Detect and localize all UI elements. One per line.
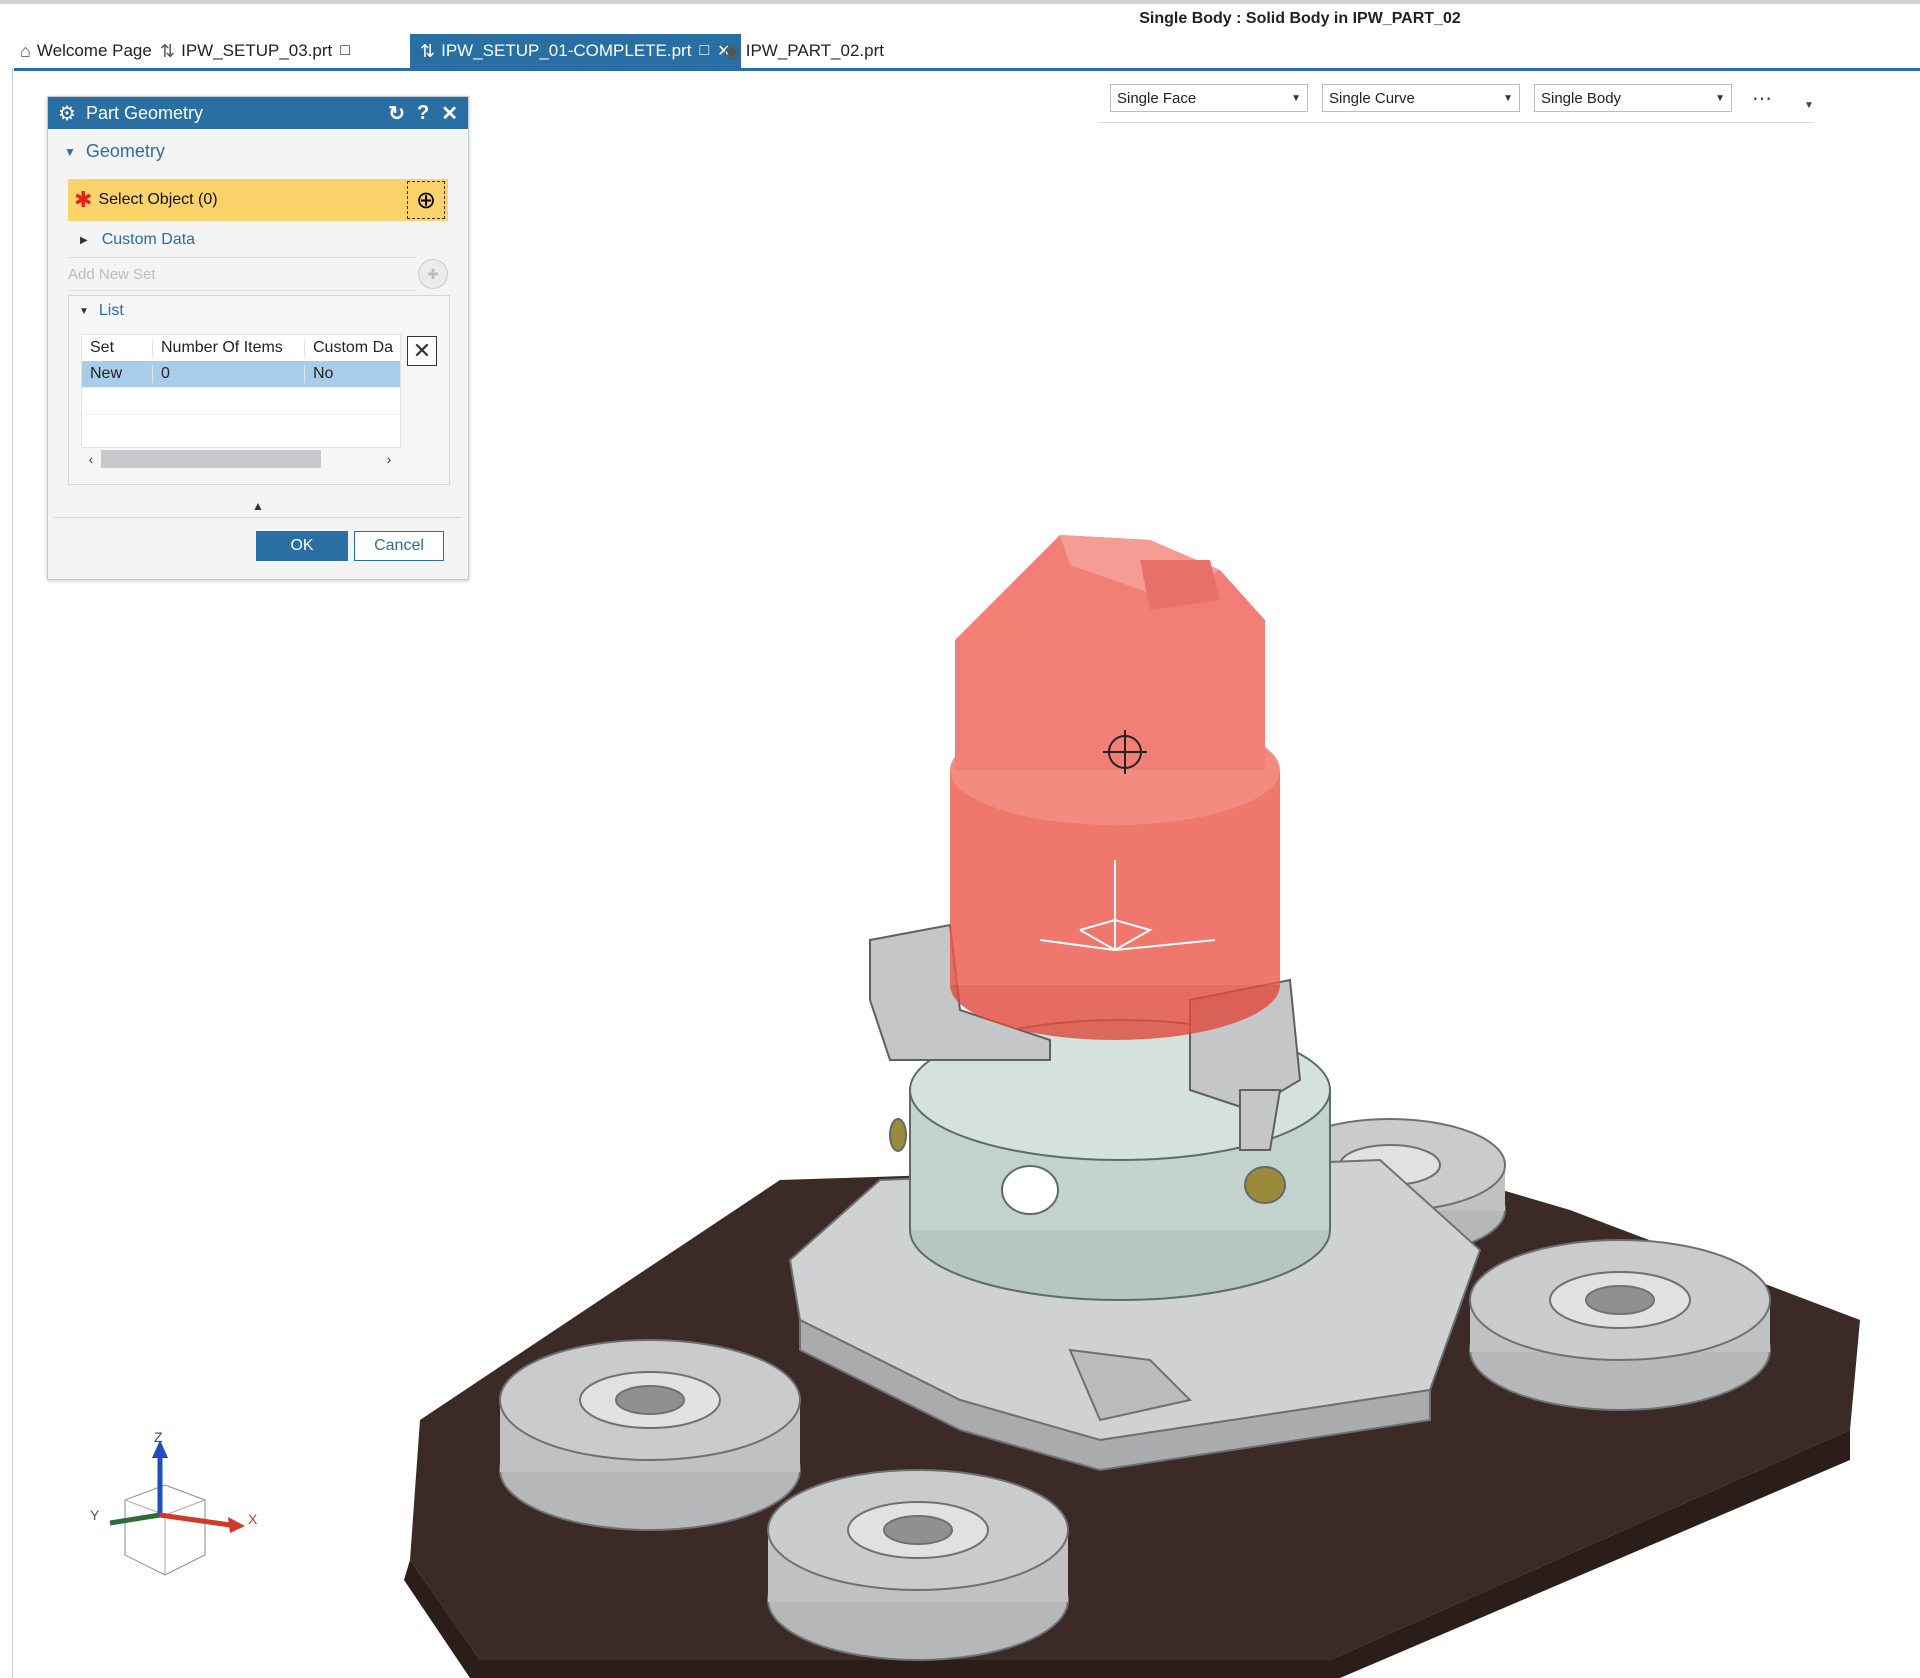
more-options-button[interactable]: ⋯ — [1752, 86, 1774, 111]
fixture-side — [799, 1318, 1431, 1472]
triad-y-label: Y — [90, 1507, 100, 1523]
help-icon[interactable]: ? — [417, 102, 429, 125]
list-label: List — [98, 302, 124, 319]
collapse-dialog-icon[interactable]: ▲ — [252, 499, 264, 513]
selection-cursor-icon — [1103, 730, 1147, 774]
window-top-border — [0, 0, 1920, 4]
tab-label: IPW_SETUP_03.prt — [181, 41, 333, 60]
table-horizontal-scrollbar[interactable]: ‹ › — [81, 448, 399, 470]
face-filter-value: Single Face — [1117, 89, 1197, 107]
selection-status-text: Single Body : Solid Body in IPW_PART_02 — [1139, 10, 1461, 27]
geometry-section-header[interactable]: ▼ Geometry — [64, 141, 165, 162]
column-header-set[interactable]: Set — [82, 339, 152, 357]
scroll-right-icon[interactable]: › — [379, 451, 399, 467]
part-geometry-dialog: ⚙ Part Geometry ↻ ? ✕ ▼ Geometry ✱ Selec… — [47, 96, 469, 580]
tab-label: IPW_PART_02.prt — [745, 41, 884, 60]
list-header[interactable]: ▼ List — [79, 302, 124, 320]
select-object-label: Select Object (0) — [98, 191, 218, 208]
custom-data-expander[interactable]: ▶ Custom Data — [80, 229, 448, 251]
chevron-down-icon: ▼ — [64, 144, 76, 159]
list-group: ▼ List Set Number Of Items Custom Da New… — [68, 295, 450, 485]
window-left-border — [12, 68, 13, 1678]
chuck-jaws — [869, 923, 1302, 1151]
add-new-set-button[interactable]: ✚ — [418, 259, 448, 289]
table-row[interactable]: New 0 No — [82, 361, 400, 387]
add-new-set-label: Add New Set — [68, 257, 416, 291]
scrollbar-thumb[interactable] — [101, 450, 321, 468]
toolbar-divider — [1098, 122, 1814, 123]
pallet-receiver-left — [499, 1339, 801, 1531]
chevron-down-icon: ▼ — [1291, 92, 1301, 104]
select-object-row[interactable]: ✱ Select Object (0) ⊕ — [68, 179, 448, 221]
home-icon: ⌂ — [20, 40, 31, 61]
toolbar-overflow-icon[interactable]: ▼ — [1804, 100, 1814, 111]
setup-icon: ⇅ — [420, 40, 436, 61]
body-filter-value: Single Body — [1541, 89, 1622, 107]
column-header-items[interactable]: Number Of Items — [152, 339, 304, 357]
table-header-row: Set Number Of Items Custom Da — [82, 335, 400, 361]
column-header-custom-data[interactable]: Custom Da — [304, 339, 400, 357]
cell-set: New — [90, 365, 123, 382]
pallet-receiver-front — [767, 1469, 1069, 1661]
table-row-empty — [82, 387, 400, 414]
pallet-receiver-right — [1469, 1239, 1771, 1411]
close-icon[interactable]: ✕ — [441, 101, 458, 126]
tab-label: Welcome Page — [36, 41, 152, 60]
tab-welcome-page[interactable]: ⌂ Welcome Page — [20, 34, 152, 68]
tab-label: IPW_SETUP_01-COMPLETE.prt — [441, 41, 692, 60]
selected-ipw-body — [950, 535, 1280, 1040]
chevron-down-icon: ▼ — [1715, 92, 1725, 104]
chevron-right-icon: ▶ — [80, 234, 88, 246]
tab-ipw-setup-03[interactable]: ⇅ IPW_SETUP_03.prt □ — [160, 34, 350, 68]
base-plate — [410, 1160, 1860, 1660]
dialog-title: Part Geometry — [85, 102, 203, 123]
dialog-title-bar[interactable]: ⚙ Part Geometry ↻ ? ✕ — [48, 97, 468, 129]
chevron-down-icon: ▼ — [79, 305, 89, 317]
crosshair-select-icon[interactable]: ⊕ — [407, 181, 445, 219]
curve-filter-value: Single Curve — [1329, 89, 1415, 107]
modified-icon: □ — [340, 42, 350, 59]
part-icon: ◉ — [724, 40, 740, 61]
selection-filter-bar: Single Face ▼ Single Curve ▼ Single Body… — [1110, 84, 1814, 112]
tab-ipw-setup-01-complete[interactable]: ⇅ IPW_SETUP_01-COMPLETE.prt □ ✕ — [410, 34, 741, 68]
chevron-down-icon: ▼ — [1503, 92, 1513, 104]
view-triad[interactable]: Z X Y — [80, 1430, 280, 1610]
gear-icon: ⚙ — [58, 102, 76, 125]
document-tab-bar: ⌂ Welcome Page ⇅ IPW_SETUP_03.prt □ ⇅ IP… — [14, 34, 1920, 71]
remove-set-button[interactable]: ✕ — [407, 336, 437, 366]
table-row-empty — [82, 414, 400, 441]
fixture-wedge — [1068, 1348, 1192, 1422]
sets-table: Set Number Of Items Custom Da New 0 No — [81, 334, 401, 448]
face-filter-dropdown[interactable]: Single Face ▼ — [1110, 84, 1308, 112]
cell-items: 0 — [152, 365, 304, 383]
geometry-section-label: Geometry — [85, 141, 165, 161]
ok-button[interactable]: OK — [256, 531, 348, 561]
setup-icon: ⇅ — [160, 40, 176, 61]
reset-icon[interactable]: ↻ — [388, 101, 405, 126]
fixture-body — [788, 1158, 1482, 1442]
triad-z-label: Z — [154, 1430, 163, 1445]
work-coordinate-system — [1039, 860, 1216, 952]
body-filter-dropdown[interactable]: Single Body ▼ — [1534, 84, 1732, 112]
modified-icon: □ — [699, 42, 710, 59]
pallet-receiver-back — [1274, 1118, 1506, 1257]
cell-custom: No — [304, 365, 400, 383]
tab-ipw-part-02[interactable]: ◉ IPW_PART_02.prt — [724, 34, 884, 68]
required-asterisk-icon: ✱ — [74, 187, 93, 212]
dialog-divider — [54, 517, 462, 518]
scroll-left-icon[interactable]: ‹ — [81, 451, 101, 467]
triad-x-label: X — [248, 1511, 258, 1527]
custom-data-label: Custom Data — [101, 231, 196, 248]
cancel-button[interactable]: Cancel — [354, 531, 444, 561]
curve-filter-dropdown[interactable]: Single Curve ▼ — [1322, 84, 1520, 112]
base-plate-edge — [404, 1430, 1850, 1678]
chuck — [889, 1019, 1331, 1301]
